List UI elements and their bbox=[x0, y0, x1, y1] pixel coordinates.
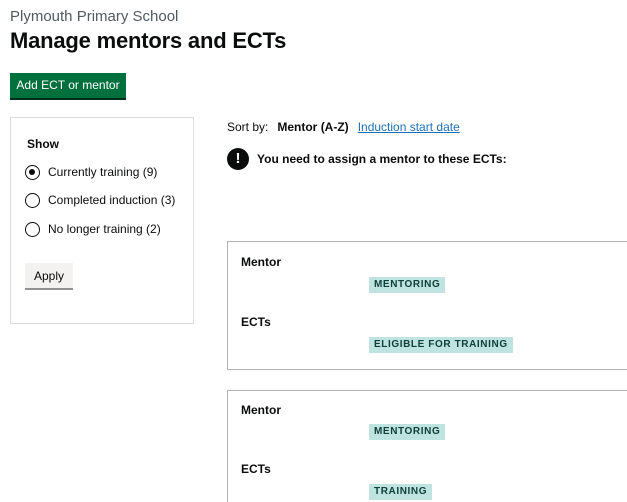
apply-button[interactable]: Apply bbox=[25, 263, 73, 288]
mentor-heading: Mentor bbox=[241, 403, 281, 417]
radio-unchecked-icon[interactable] bbox=[25, 192, 40, 208]
status-tag: MENTORING bbox=[369, 277, 446, 293]
sort-by-induction-start-date-link[interactable]: Induction start date bbox=[358, 120, 460, 134]
school-name: Plymouth Primary School bbox=[10, 8, 179, 25]
add-ect-or-mentor-button[interactable]: Add ECT or mentor bbox=[10, 73, 126, 98]
radio-checked-icon[interactable] bbox=[25, 164, 40, 180]
ects-heading: ECTs bbox=[241, 462, 271, 476]
sort-label: Sort by: bbox=[227, 120, 269, 134]
radio-completed-induction[interactable]: Completed induction (3) bbox=[25, 191, 175, 209]
radio-label: No longer training (2) bbox=[48, 222, 161, 236]
sort-controls: Sort by: Mentor (A-Z) Induction start da… bbox=[227, 120, 460, 134]
status-tag: ELIGIBLE FOR TRAINING bbox=[369, 337, 513, 353]
filter-panel: Show Currently training (9) Completed in… bbox=[10, 117, 194, 324]
warning-message: You need to assign a mentor to these ECT… bbox=[257, 152, 507, 166]
radio-unchecked-icon[interactable] bbox=[25, 221, 40, 237]
warning-text: ! You need to assign a mentor to these E… bbox=[227, 148, 507, 170]
mentor-card: Mentor MENTORING ECTs ELIGIBLE FOR TRAIN… bbox=[227, 241, 627, 370]
page-title: Manage mentors and ECTs bbox=[10, 28, 287, 53]
radio-label: Completed induction (3) bbox=[48, 193, 176, 207]
radio-no-longer-training[interactable]: No longer training (2) bbox=[25, 220, 161, 238]
filter-heading: Show bbox=[27, 137, 59, 151]
status-tag: MENTORING bbox=[369, 424, 446, 440]
ects-heading: ECTs bbox=[241, 315, 271, 329]
mentor-card: Mentor MENTORING ECTs TRAINING bbox=[227, 390, 627, 502]
mentor-heading: Mentor bbox=[241, 255, 281, 269]
status-tag: TRAINING bbox=[369, 484, 433, 500]
radio-label: Currently training (9) bbox=[48, 165, 158, 179]
radio-currently-training[interactable]: Currently training (9) bbox=[25, 163, 157, 181]
sort-current: Mentor (A-Z) bbox=[277, 120, 349, 134]
warning-icon: ! bbox=[227, 148, 249, 170]
